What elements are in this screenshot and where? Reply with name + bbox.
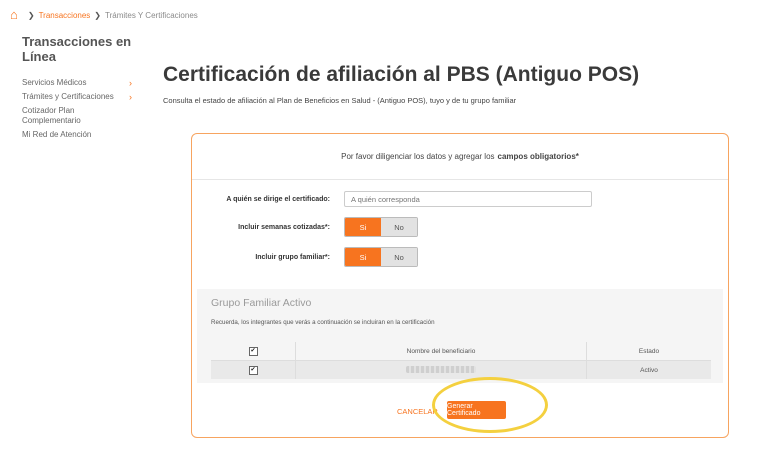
- form-intro-text: Por favor diligenciar los datos y agrega…: [341, 152, 495, 161]
- form-intro-required: campos obligatorios*: [497, 152, 579, 161]
- status-cell: Activo: [586, 360, 711, 379]
- column-header-name: Nombre del beneficiario: [295, 342, 587, 361]
- column-header-status: Estado: [586, 342, 711, 361]
- chevron-right-icon: ❯: [94, 10, 101, 20]
- family-no-button[interactable]: No: [381, 248, 417, 266]
- form-actions: Cancelar Generar Certificado: [192, 377, 728, 433]
- sidebar-item-label: Servicios Médicos: [22, 78, 87, 87]
- breadcrumb: ⌂ ❯ Transacciones ❯ Trámites Y Certifica…: [10, 8, 198, 22]
- sidebar-item-cotizador[interactable]: Cotizador Plan Complementario: [22, 106, 132, 126]
- weeks-toggle: Si No: [344, 217, 418, 237]
- table-row: ✔ Activo: [211, 360, 711, 379]
- sidebar-item-mi-red[interactable]: Mi Red de Atención: [22, 130, 132, 140]
- select-all-cell: ✔: [211, 342, 296, 361]
- sidebar-item-label: Cotizador Plan Complementario: [22, 106, 81, 125]
- page-subtitle: Consulta el estado de afiliación al Plan…: [163, 96, 517, 105]
- certificate-form-card: Por favor diligenciar los datos y agrega…: [191, 133, 729, 438]
- home-icon[interactable]: ⌂: [10, 8, 18, 21]
- beneficiary-name-cell: [295, 360, 587, 379]
- sidebar-item-servicios-medicos[interactable]: Servicios Médicos ›: [22, 78, 132, 88]
- chevron-right-icon: ❯: [27, 10, 35, 20]
- family-label: Incluir grupo familiar*:: [255, 253, 330, 261]
- recipient-input[interactable]: [344, 191, 592, 207]
- family-yes-button[interactable]: Si: [345, 248, 381, 266]
- redacted-name: [406, 365, 476, 373]
- chevron-right-icon: ›: [129, 78, 132, 88]
- group-title: Grupo Familiar Activo: [211, 297, 312, 309]
- beneficiaries-table: ✔ Nombre del beneficiario Estado ✔ Activ…: [211, 342, 711, 379]
- recipient-row: A quién se dirige el certificado:: [192, 191, 592, 207]
- weeks-no-button[interactable]: No: [381, 218, 417, 236]
- page-title: Certificación de afiliación al PBS (Anti…: [163, 63, 640, 86]
- breadcrumb-transacciones[interactable]: Transacciones: [39, 11, 91, 20]
- chevron-right-icon: ›: [129, 92, 132, 102]
- weeks-yes-button[interactable]: Si: [345, 218, 381, 236]
- sidebar-item-label: Trámites y Certificaciones: [22, 92, 114, 101]
- highlight-annotation: [432, 377, 548, 433]
- family-group-section: Grupo Familiar Activo Recuerda, los inte…: [197, 289, 723, 383]
- row-checkbox[interactable]: ✔: [248, 365, 258, 375]
- recipient-label: A quién se dirige el certificado:: [226, 195, 330, 203]
- weeks-label: Incluir semanas cotizadas*:: [238, 223, 330, 231]
- table-header: ✔ Nombre del beneficiario Estado: [211, 342, 711, 361]
- family-toggle: Si No: [344, 247, 418, 267]
- form-intro: Por favor diligenciar los datos y agrega…: [192, 134, 728, 180]
- row-select-cell: ✔: [211, 360, 296, 379]
- sidebar-nav: Servicios Médicos › Trámites y Certifica…: [22, 78, 132, 144]
- select-all-checkbox[interactable]: ✔: [248, 346, 258, 356]
- family-row: Incluir grupo familiar*: Si No: [192, 247, 418, 267]
- sidebar-item-tramites[interactable]: Trámites y Certificaciones ›: [22, 92, 132, 102]
- sidebar-title: Transacciones en Línea: [22, 34, 132, 64]
- weeks-row: Incluir semanas cotizadas*: Si No: [192, 217, 418, 237]
- breadcrumb-current: Trámites Y Certificaciones: [105, 10, 198, 20]
- group-note: Recuerda, los integrantes que verás a co…: [211, 319, 435, 326]
- sidebar-item-label: Mi Red de Atención: [22, 130, 92, 139]
